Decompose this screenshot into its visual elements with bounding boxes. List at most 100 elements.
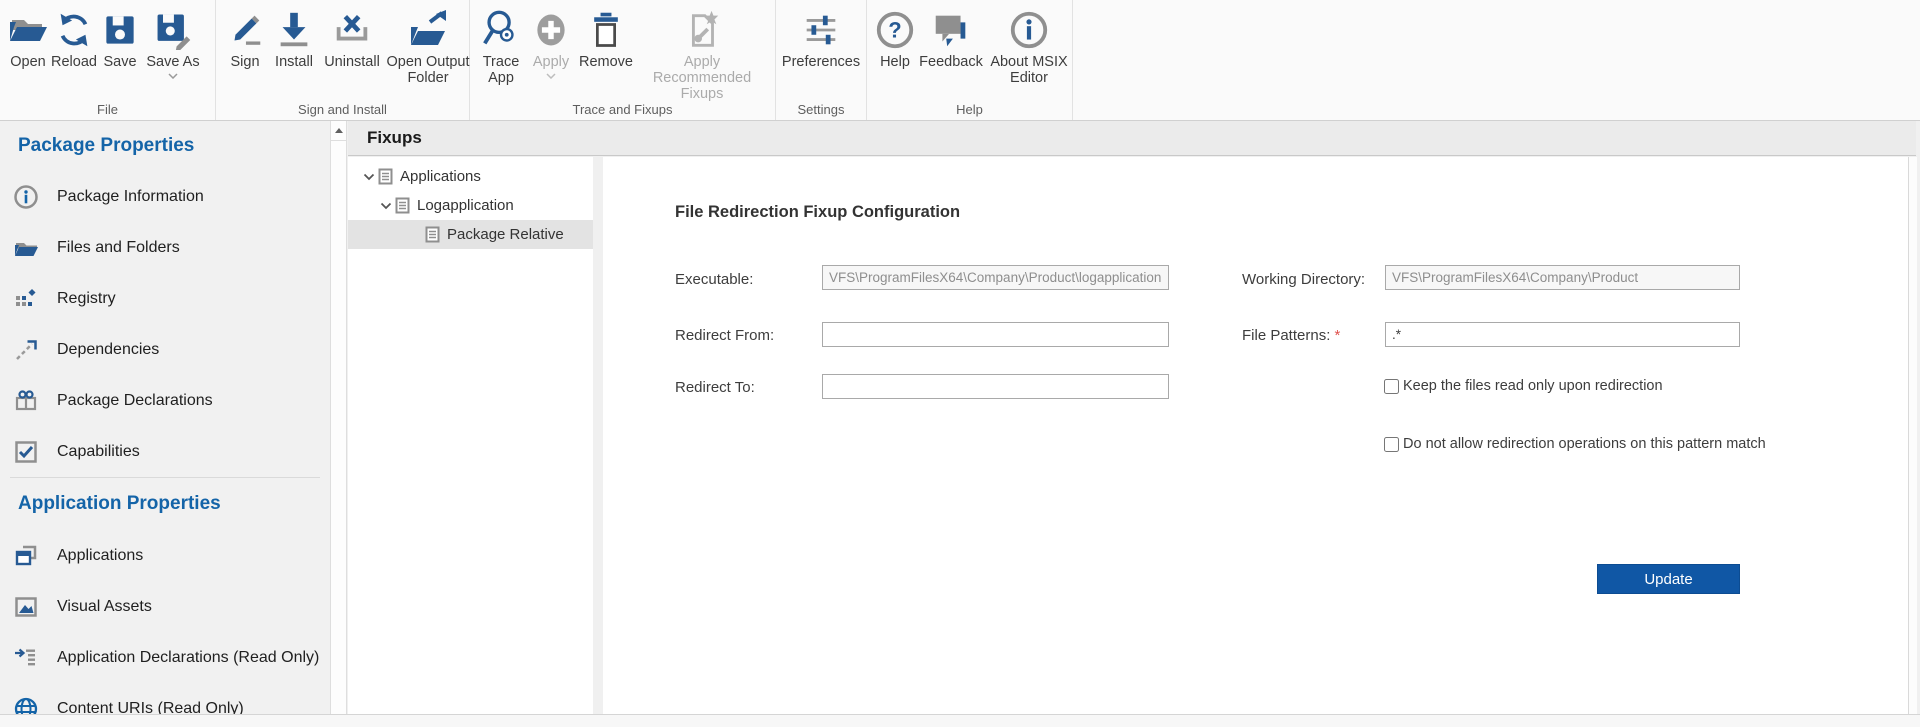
apply-button: Apply	[526, 6, 576, 102]
sidebar-item-applications[interactable]: Applications	[0, 530, 330, 581]
save-button[interactable]: Save	[98, 6, 142, 79]
trace-app-button[interactable]: Trace App	[476, 6, 526, 102]
folder-arrow-icon	[406, 6, 450, 54]
panel-title: Fixups	[348, 128, 422, 148]
reload-button[interactable]: Reload	[50, 6, 98, 79]
triangle-up-icon	[335, 128, 343, 133]
feedback-bubble-icon	[930, 6, 972, 54]
help-button[interactable]: ? Help	[873, 6, 917, 86]
sidebar-item-visual-assets[interactable]: Visual Assets	[0, 581, 330, 632]
save-icon	[100, 6, 140, 54]
image-icon	[0, 594, 57, 620]
file-patterns-input[interactable]	[1385, 322, 1740, 347]
registry-icon	[0, 286, 57, 312]
sidebar-item-dependencies[interactable]: Dependencies	[0, 324, 330, 375]
uninstall-button[interactable]: Uninstall	[320, 6, 384, 86]
sidebar-scrollbar[interactable]	[330, 121, 347, 714]
globe-icon	[0, 696, 57, 715]
uninstall-x-icon	[331, 6, 373, 54]
working-directory-input[interactable]	[1385, 265, 1740, 290]
keep-read-only-checkbox-row[interactable]: Keep the files read only upon redirectio…	[1384, 378, 1663, 394]
svg-text:?: ?	[888, 18, 901, 43]
group-label-help: Help	[867, 102, 1072, 117]
no-redirection-checkbox[interactable]	[1384, 437, 1399, 452]
sign-button[interactable]: Sign	[222, 6, 268, 86]
redirect-from-label: Redirect From:	[675, 327, 774, 344]
redirect-to-label: Redirect To:	[675, 379, 755, 396]
open-output-folder-button[interactable]: Open Output Folder	[384, 6, 472, 86]
tree-item-package-relative[interactable]: Package Relative	[348, 220, 593, 249]
install-button[interactable]: Install	[268, 6, 320, 86]
required-asterisk: *	[1335, 327, 1341, 344]
ribbon-group-trace-fixups: Trace App Apply Remove	[470, 0, 775, 120]
sidebar-item-application-declarations[interactable]: Application Declarations (Read Only)	[0, 632, 330, 683]
chevron-down-icon	[546, 73, 556, 79]
chevron-down-icon[interactable]	[360, 173, 378, 181]
help-question-icon: ?	[874, 6, 916, 54]
checkbox-check-icon	[0, 439, 57, 465]
scroll-up-button[interactable]	[331, 121, 346, 141]
vertical-scrollbar[interactable]	[1908, 157, 1917, 714]
feedback-button[interactable]: Feedback	[917, 6, 985, 86]
save-as-icon	[153, 6, 193, 54]
windows-icon	[0, 543, 57, 569]
ribbon-group-help: ? Help Feedback About MSIX Editor	[867, 0, 1072, 120]
preferences-button[interactable]: Preferences	[781, 6, 861, 70]
ribbon-group-file: Open Reload Save	[0, 0, 215, 120]
executable-input[interactable]	[822, 265, 1169, 290]
checkbox-label: Do not allow redirection operations on t…	[1403, 436, 1766, 452]
sidebar-item-package-declarations[interactable]: Package Declarations	[0, 375, 330, 426]
trash-icon	[586, 6, 626, 54]
install-arrow-icon	[273, 6, 315, 54]
about-msix-editor-button[interactable]: About MSIX Editor	[985, 6, 1073, 86]
tree-item-applications[interactable]: Applications	[348, 162, 593, 191]
sliders-icon	[800, 6, 842, 54]
no-redirection-checkbox-row[interactable]: Do not allow redirection operations on t…	[1384, 436, 1766, 452]
group-label-sign-install: Sign and Install	[216, 102, 469, 117]
dependencies-arrow-icon	[0, 337, 57, 363]
sidebar-item-package-information[interactable]: Package Information	[0, 171, 330, 222]
redirect-to-input[interactable]	[822, 374, 1169, 399]
fixups-tree-pane: Applications Logapplication Package Rela…	[348, 157, 593, 714]
fixups-panel-header: Fixups	[348, 121, 1916, 156]
pencil-sign-icon	[224, 6, 266, 54]
save-as-button[interactable]: Save As	[142, 6, 204, 79]
apply-recommended-fixups-button: Apply Recommended Fixups	[636, 6, 768, 102]
sidebar-item-registry[interactable]: Registry	[0, 273, 330, 324]
executable-label: Executable:	[675, 271, 753, 288]
checkbox-label: Keep the files read only upon redirectio…	[1403, 378, 1663, 394]
tree-item-label: Logapplication	[417, 197, 514, 214]
sidebar-item-capabilities[interactable]: Capabilities	[0, 426, 330, 477]
ribbon-group-sign-install: Sign Install Uninstall	[216, 0, 469, 120]
group-label-settings: Settings	[776, 102, 866, 117]
folder-icon	[0, 235, 57, 261]
open-folder-icon	[6, 6, 50, 54]
section-title-application-properties: Application Properties	[0, 478, 330, 530]
ribbon-toolbar: Open Reload Save	[0, 0, 1920, 121]
form-title: File Redirection Fixup Configuration	[675, 203, 960, 222]
redirect-from-input[interactable]	[822, 322, 1169, 347]
horizontal-scrollbar[interactable]	[0, 714, 1920, 727]
magnifier-eye-icon	[480, 6, 522, 54]
tree-item-logapplication[interactable]: Logapplication	[348, 191, 593, 220]
document-icon	[378, 168, 393, 185]
navigation-sidebar: Package Properties Package Information F…	[0, 121, 330, 714]
chevron-down-icon	[168, 73, 178, 79]
update-button[interactable]: Update	[1597, 564, 1740, 594]
working-directory-label: Working Directory:	[1242, 271, 1365, 288]
keep-read-only-checkbox[interactable]	[1384, 379, 1399, 394]
plus-circle-icon	[531, 6, 571, 54]
file-patterns-label: File Patterns: *	[1242, 327, 1340, 344]
remove-button[interactable]: Remove	[576, 6, 636, 102]
open-button[interactable]: Open	[6, 6, 50, 79]
msix-editor-window: Open Reload Save	[0, 0, 1920, 727]
about-info-icon	[1008, 6, 1050, 54]
tree-item-label: Applications	[400, 168, 481, 185]
group-label-trace-fixups: Trace and Fixups	[470, 102, 775, 117]
sidebar-item-content-uris[interactable]: Content URIs (Read Only)	[0, 683, 330, 714]
sidebar-item-files-and-folders[interactable]: Files and Folders	[0, 222, 330, 273]
section-title-package-properties: Package Properties	[0, 121, 330, 171]
page-wrench-star-icon	[681, 6, 723, 54]
ribbon-group-settings: Preferences Settings	[776, 0, 866, 120]
chevron-down-icon[interactable]	[377, 202, 395, 210]
